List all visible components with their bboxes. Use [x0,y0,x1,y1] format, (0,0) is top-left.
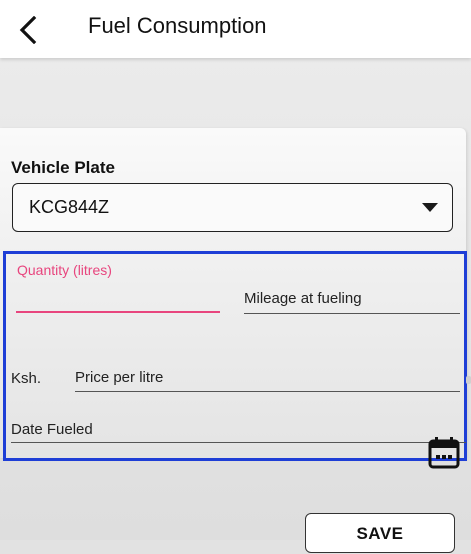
calendar-icon[interactable] [427,435,461,469]
page-title: Fuel Consumption [88,13,267,38]
chevron-left-icon [19,16,37,44]
mileage-input[interactable]: Mileage at fueling [244,290,362,307]
vehicle-plate-value: KCG844Z [29,197,110,217]
quantity-underline [16,311,220,313]
date-underline [11,442,466,443]
vehicle-plate-label: Vehicle Plate [11,158,115,177]
vehicle-plate-select[interactable]: KCG844Z [12,183,453,232]
quantity-input[interactable] [16,283,220,313]
quantity-label: Quantity (litres) [17,262,112,278]
currency-prefix: Ksh. [11,370,42,387]
mileage-underline [244,313,460,314]
price-input[interactable]: Price per litre [75,369,163,386]
app-bar: Fuel Consumption [0,0,471,58]
back-button[interactable] [8,10,48,50]
save-button[interactable]: SAVE [305,513,455,553]
date-input[interactable]: Date Fueled [11,421,93,438]
price-underline [75,391,460,392]
dropdown-arrow-icon [422,203,438,212]
scroll-indicator [466,376,471,384]
